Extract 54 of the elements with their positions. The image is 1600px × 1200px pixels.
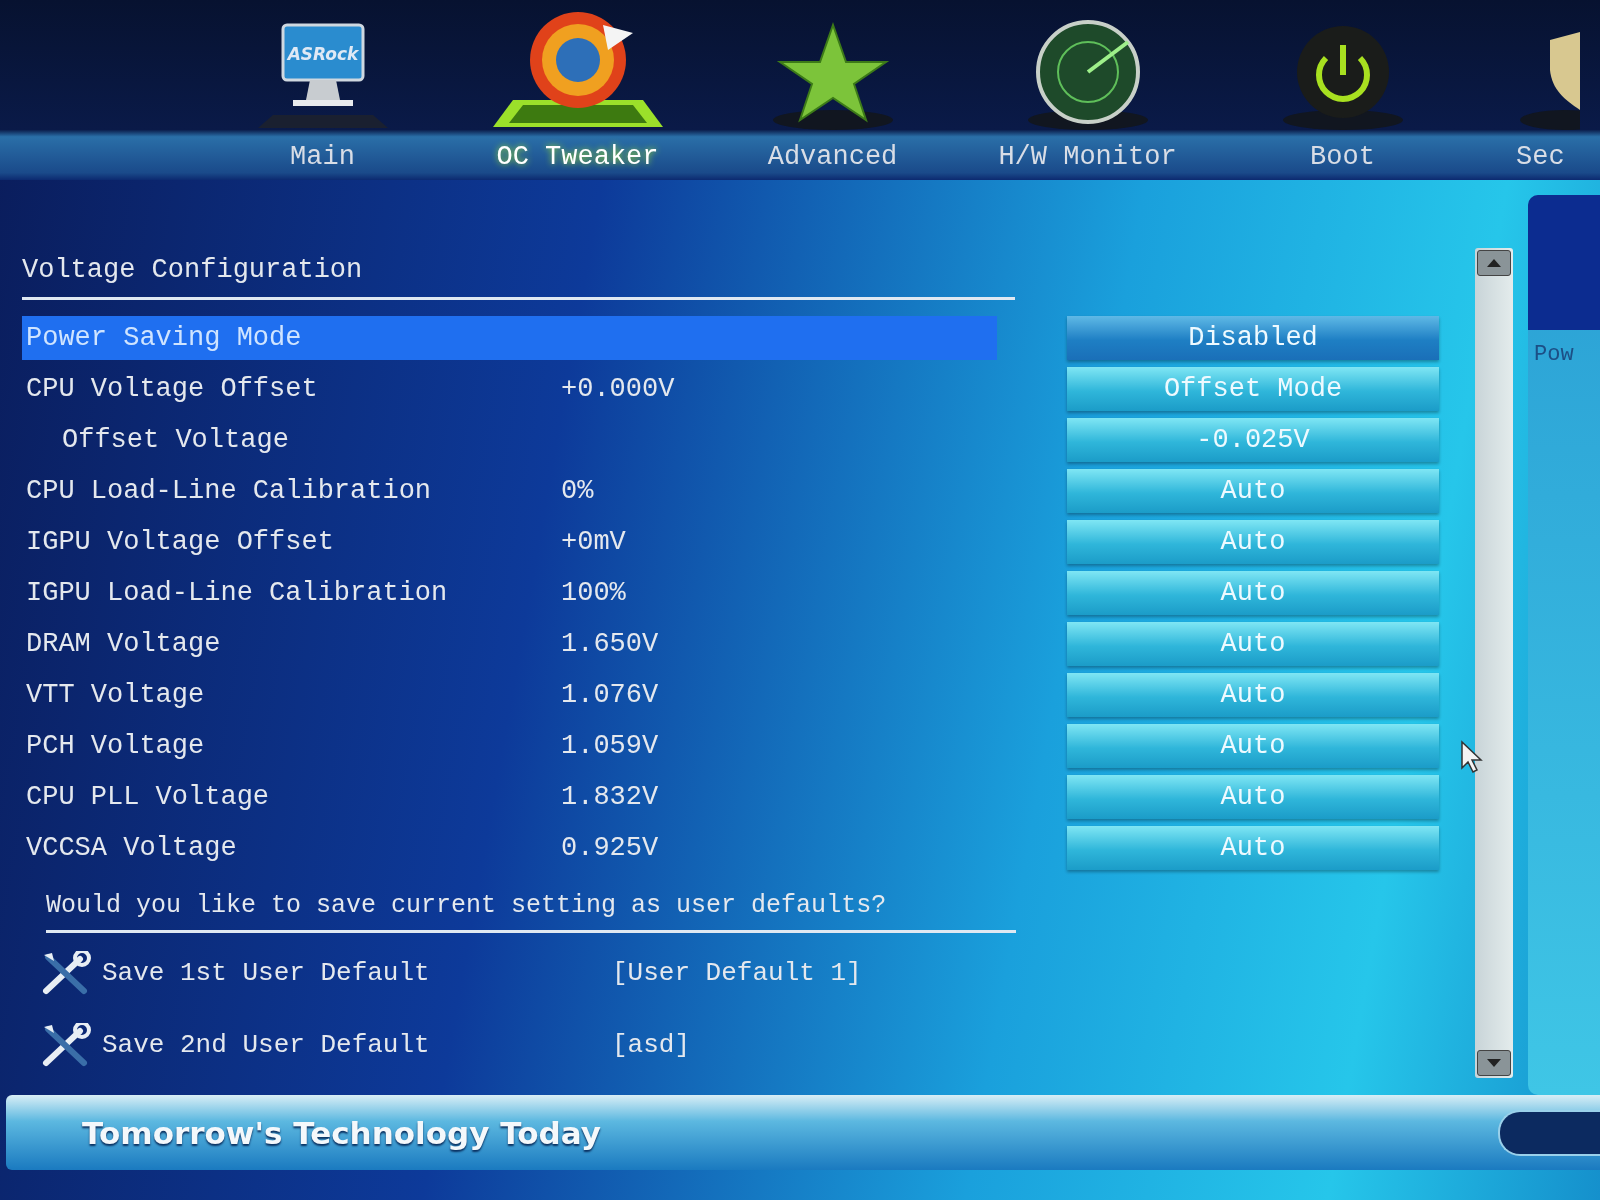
setting-row[interactable]: CPU Load-Line Calibration 0% [22, 468, 997, 513]
setting-row[interactable]: DRAM Voltage 1.650V [22, 621, 997, 666]
setting-label: VTT Voltage [26, 679, 206, 710]
setting-label: PCH Voltage [26, 730, 206, 761]
setting-value: 100% [561, 577, 626, 608]
setting-value: 1.076V [561, 679, 659, 710]
setting-label: CPU PLL Voltage [26, 781, 271, 812]
scroll-down-button[interactable] [1477, 1050, 1511, 1076]
setting-value: 1.832V [561, 781, 659, 812]
tab-label[interactable]: Sec [1510, 142, 1571, 172]
setting-label: VCCSA Voltage [26, 832, 238, 863]
save-option-value: [User Default 1] [612, 958, 862, 988]
setting-label: CPU Load-Line Calibration [26, 475, 433, 506]
tab-label[interactable]: Advanced [761, 142, 904, 172]
help-text: Pow [1534, 342, 1575, 367]
tab-label[interactable]: H/W Monitor [992, 142, 1183, 172]
setting-label: IGPU Load-Line Calibration [26, 577, 449, 608]
wrench-screwdriver-icon [40, 951, 92, 995]
setting-value: 1.650V [561, 628, 659, 659]
setting-option-button[interactable]: Disabled [1067, 315, 1439, 360]
setting-label: Offset Voltage [61, 424, 290, 455]
setting-row[interactable]: IGPU Voltage Offset +0mV [22, 519, 997, 564]
tab-label[interactable]: Main [284, 142, 361, 172]
scroll-up-button[interactable] [1477, 250, 1511, 276]
scrollbar[interactable] [1475, 248, 1513, 1078]
section-title: Voltage Configuration [22, 255, 364, 287]
mouse-pointer-icon [1460, 740, 1484, 774]
footer-slogan: Tomorrow's Technology Today [82, 1114, 601, 1151]
setting-row[interactable]: VCCSA Voltage 0.925V [22, 825, 997, 870]
setting-value: 1.059V [561, 730, 659, 761]
up-arrow-icon [1487, 259, 1501, 267]
save-option-label[interactable]: Save 1st User Default [102, 958, 612, 988]
setting-label: CPU Voltage Offset [26, 373, 319, 404]
setting-row[interactable]: PCH Voltage 1.059V [22, 723, 997, 768]
setting-label: IGPU Voltage Offset [26, 526, 335, 557]
setting-value: 0.925V [561, 832, 659, 863]
setting-row[interactable]: Power Saving Mode [22, 315, 997, 360]
setting-label: DRAM Voltage [26, 628, 222, 659]
tab-label[interactable]: OC Tweaker [490, 142, 665, 172]
setting-label: Power Saving Mode [26, 322, 303, 353]
setting-value: +0mV [561, 526, 626, 557]
setting-value: 0% [561, 475, 594, 506]
setting-row[interactable]: VTT Voltage 1.076V [22, 672, 997, 717]
tab-label[interactable]: Boot [1304, 142, 1381, 172]
setting-value: +0.000V [561, 373, 675, 404]
setting-row[interactable]: IGPU Load-Line Calibration 100% [22, 570, 997, 615]
setting-row[interactable]: CPU Voltage Offset +0.000V [22, 366, 997, 411]
down-arrow-icon [1487, 1059, 1501, 1067]
setting-row[interactable]: CPU PLL Voltage 1.832V [22, 774, 997, 819]
save-option-value: [asd] [612, 1030, 690, 1060]
setting-row[interactable]: Offset Voltage [22, 417, 997, 462]
save-prompt: Would you like to save current setting as user defaults? [46, 891, 888, 920]
wrench-screwdriver-icon [40, 1023, 92, 1067]
save-option-label[interactable]: Save 2nd User Default [102, 1030, 612, 1060]
